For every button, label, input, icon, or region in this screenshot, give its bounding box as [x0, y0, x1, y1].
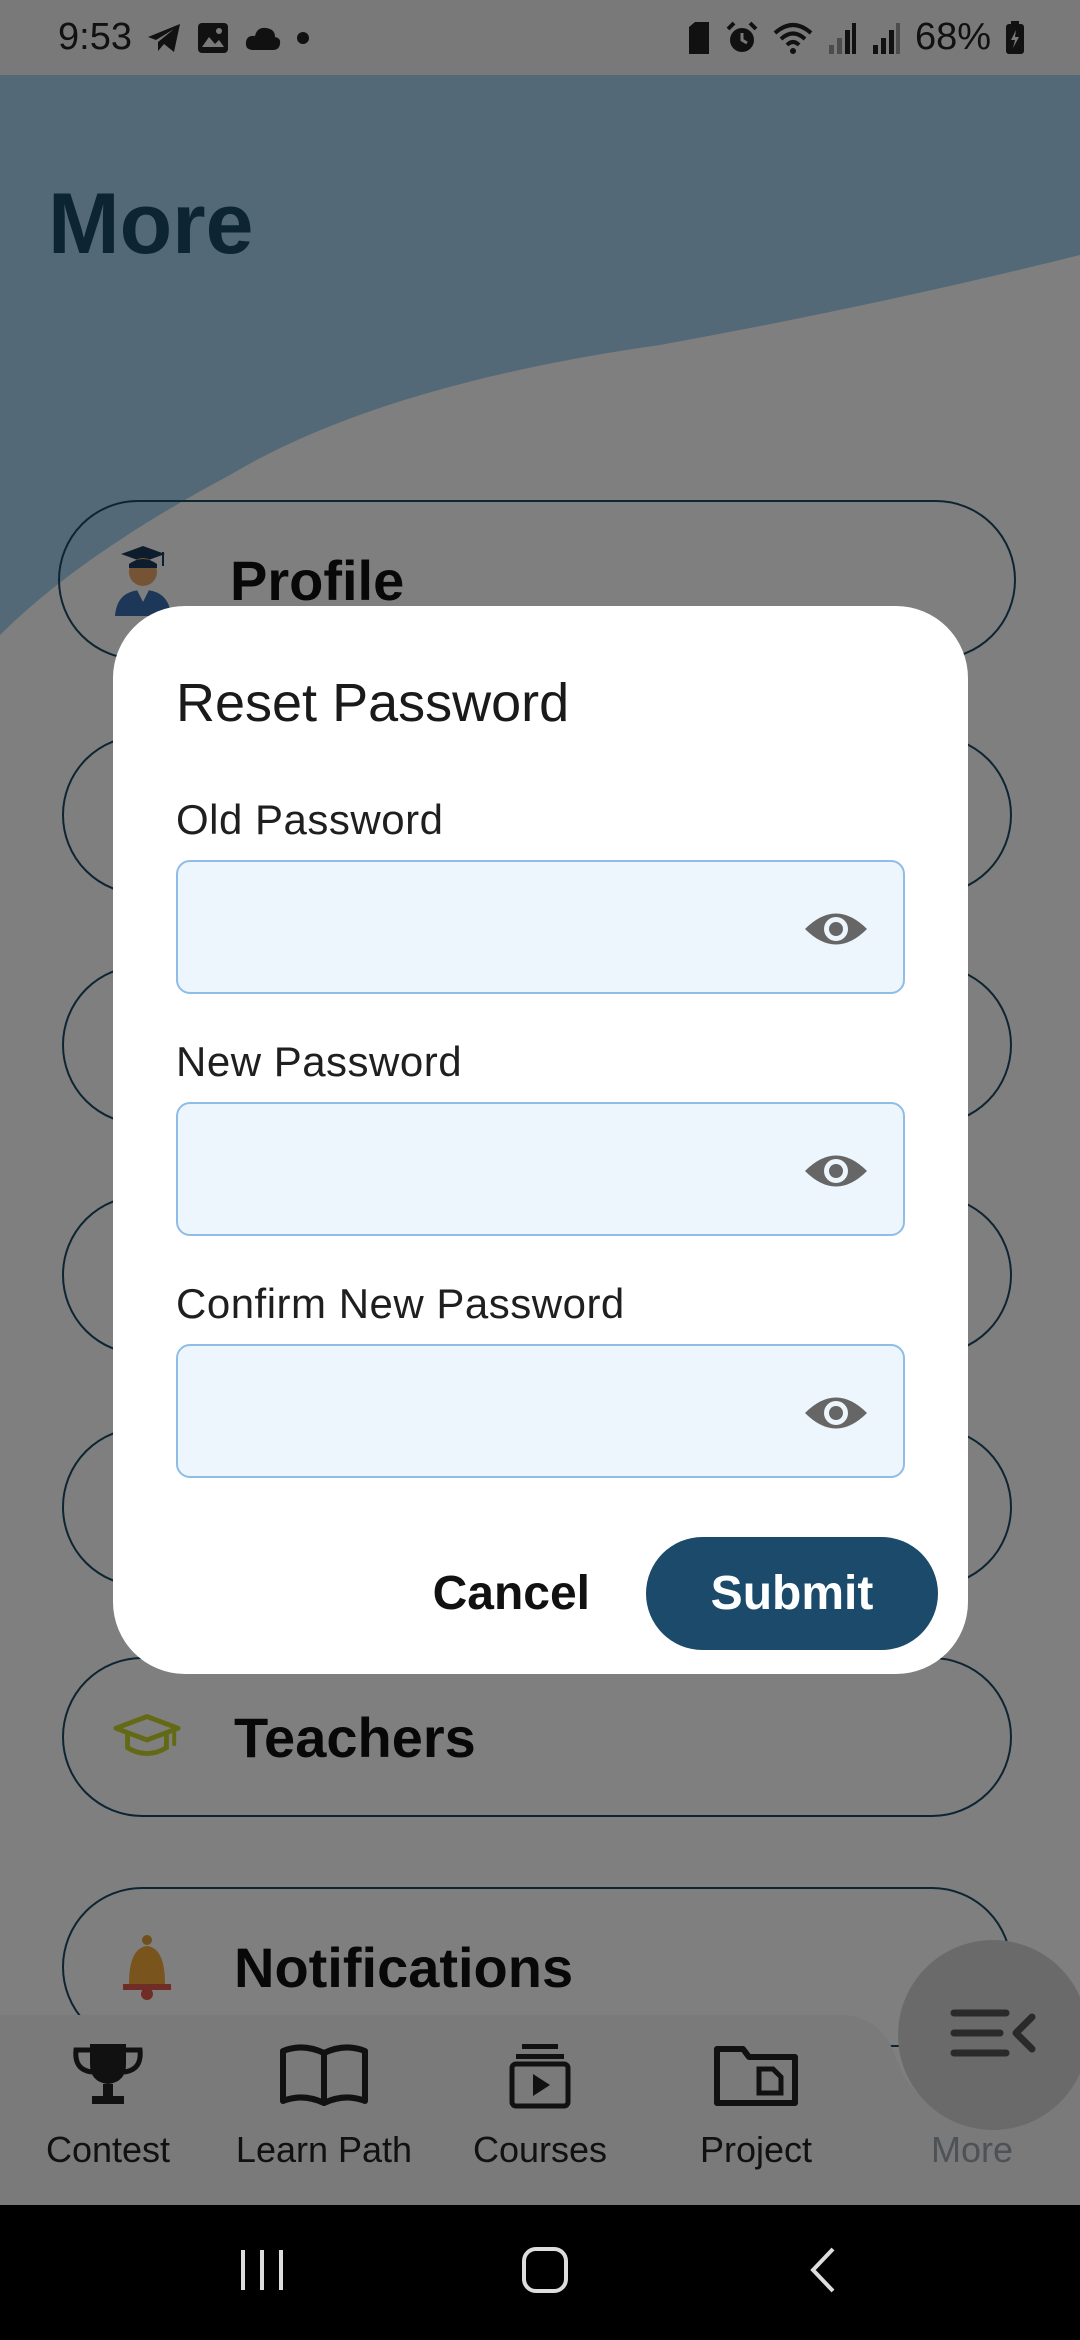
eye-icon[interactable] [803, 904, 869, 954]
old-password-input[interactable] [202, 862, 782, 992]
dialog-title: Reset Password [176, 673, 570, 733]
confirm-password-label: Confirm New Password [176, 1280, 625, 1327]
submit-button[interactable]: Submit [646, 1537, 938, 1650]
home-icon[interactable] [520, 2245, 570, 2300]
cancel-button[interactable]: Cancel [433, 1566, 590, 1621]
old-password-label: Old Password [176, 796, 444, 843]
back-icon[interactable] [803, 2245, 843, 2300]
system-nav-bar [0, 2205, 1080, 2340]
recent-apps-icon[interactable] [237, 2248, 287, 2297]
confirm-password-field [176, 1344, 905, 1478]
new-password-field [176, 1102, 905, 1236]
new-password-input[interactable] [202, 1104, 782, 1234]
confirm-password-input[interactable] [202, 1346, 782, 1476]
dialog-actions: Cancel Submit [433, 1537, 938, 1650]
eye-icon[interactable] [803, 1388, 869, 1438]
new-password-label: New Password [176, 1038, 463, 1085]
eye-icon[interactable] [803, 1146, 869, 1196]
old-password-field [176, 860, 905, 994]
reset-password-dialog: Reset Password Old Password New Password… [113, 606, 968, 1674]
